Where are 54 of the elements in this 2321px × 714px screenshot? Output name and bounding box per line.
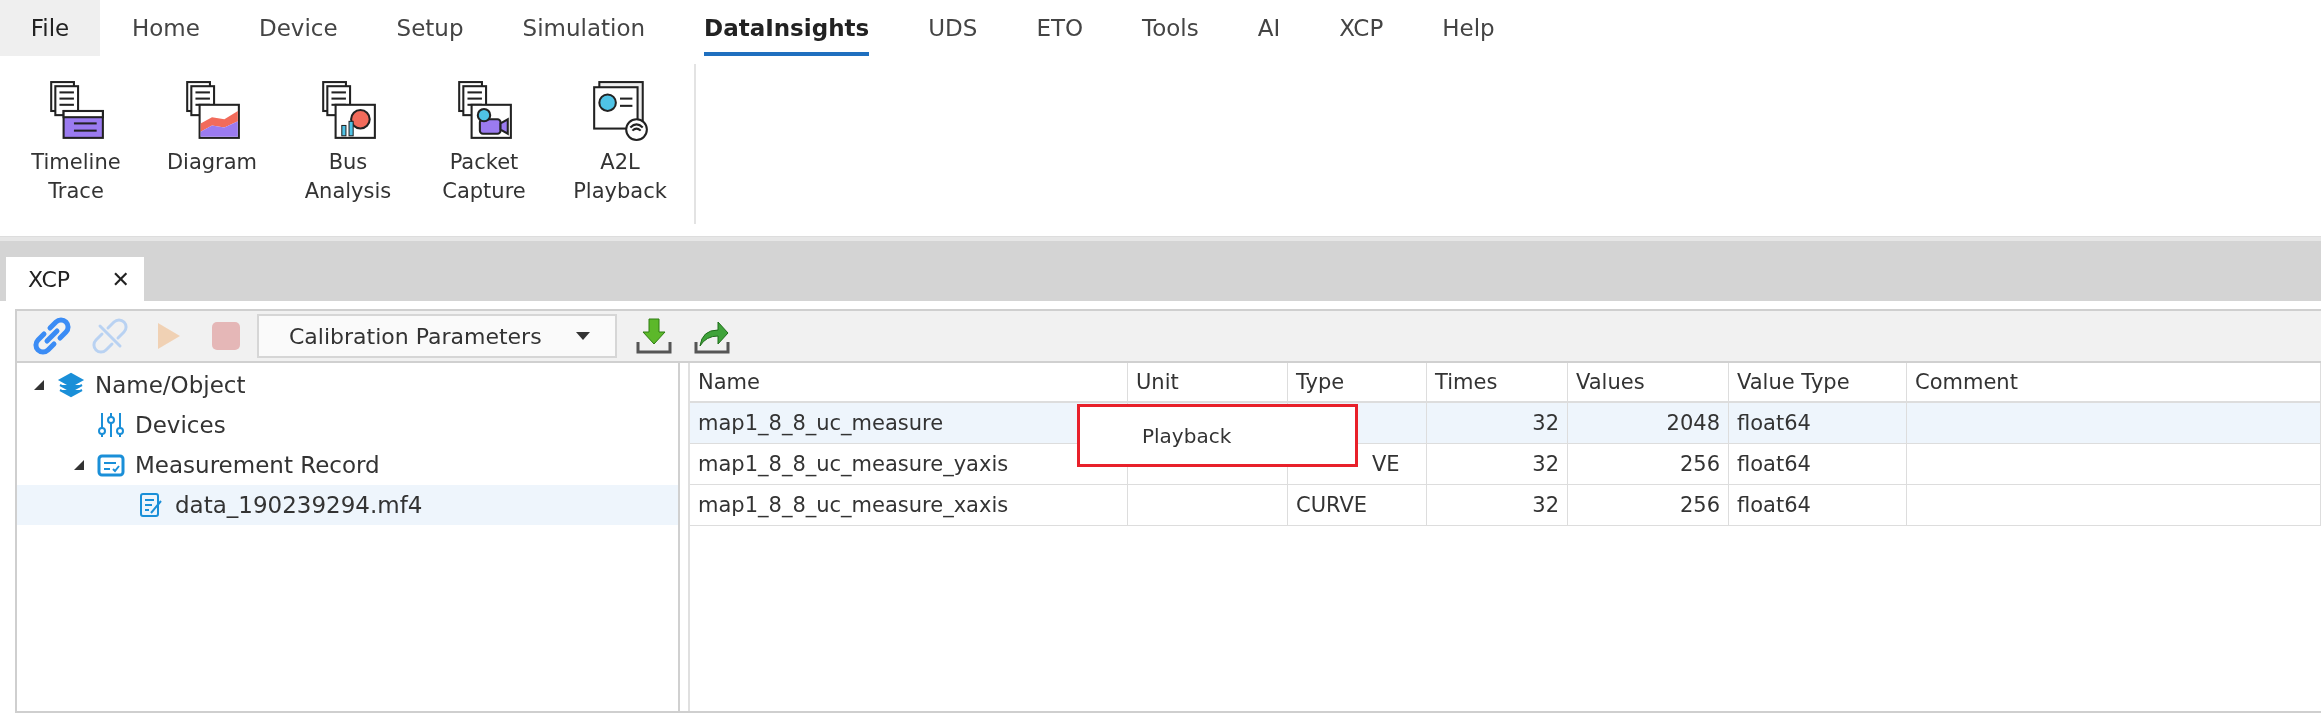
table-cell: CURVE bbox=[1296, 493, 1368, 517]
close-icon[interactable]: ✕ bbox=[111, 266, 130, 292]
table-cell: 32 bbox=[1532, 493, 1559, 517]
table-cell: map1_8_8_uc_measure_yaxis bbox=[698, 452, 1009, 476]
table-cell: 32 bbox=[1532, 411, 1559, 435]
ribbon-tab[interactable]: Device bbox=[258, 0, 338, 56]
expanded-triangle-icon[interactable] bbox=[73, 459, 85, 471]
ribbon-tab[interactable]: XCP bbox=[1339, 0, 1384, 56]
ribbon-tab[interactable]: DataInsights bbox=[704, 0, 870, 56]
ribbon-tab[interactable]: Home bbox=[132, 0, 200, 56]
ribbon-tab[interactable]: Simulation bbox=[522, 0, 646, 56]
expanded-triangle-icon[interactable] bbox=[33, 379, 45, 391]
column-header[interactable]: Times bbox=[1427, 363, 1568, 401]
tree-item[interactable]: Devices bbox=[17, 405, 678, 445]
ribbon-button[interactable]: Diagram bbox=[148, 80, 276, 224]
table-cell: 32 bbox=[1532, 452, 1559, 476]
file-menu[interactable]: File bbox=[0, 0, 100, 56]
ribbon-button[interactable]: Packet Capture bbox=[420, 80, 548, 224]
tree-item[interactable]: data_190239294.mf4 bbox=[17, 485, 678, 525]
tree-item[interactable]: Measurement Record bbox=[17, 445, 678, 485]
column-header[interactable]: Unit bbox=[1128, 363, 1288, 401]
ribbon-button[interactable]: A2L Playback bbox=[556, 80, 684, 224]
document-tab[interactable]: XCP ✕ bbox=[6, 257, 144, 301]
ribbon-tab[interactable]: UDS bbox=[928, 0, 978, 56]
unlink-icon bbox=[90, 316, 130, 356]
table-cell: map1_8_8_uc_measure bbox=[698, 411, 944, 435]
link-icon bbox=[32, 316, 72, 356]
table-cell: float64 bbox=[1737, 493, 1811, 517]
column-header[interactable]: Comment bbox=[1907, 363, 2321, 401]
tree-item[interactable]: Name/Object bbox=[17, 365, 678, 405]
caret-icon bbox=[575, 331, 591, 341]
parameter-dropdown[interactable]: Calibration Parameters bbox=[257, 314, 617, 358]
table-cell: 2048 bbox=[1666, 411, 1720, 435]
document-edit-icon bbox=[137, 491, 165, 519]
table-cell: 256 bbox=[1679, 452, 1720, 476]
table-cell: map1_8_8_uc_measure_xaxis bbox=[698, 493, 1009, 517]
ribbon-button[interactable]: Bus Analysis bbox=[284, 80, 412, 224]
ribbon-button[interactable]: Timeline Trace bbox=[12, 80, 140, 224]
column-header[interactable]: Type bbox=[1288, 363, 1427, 401]
table-cell: VE bbox=[1372, 452, 1400, 476]
layers-icon bbox=[57, 371, 85, 399]
ribbon-tab[interactable]: Help bbox=[1442, 0, 1495, 56]
column-header[interactable]: Values bbox=[1568, 363, 1729, 401]
ribbon-tab[interactable]: Tools bbox=[1142, 0, 1199, 56]
ribbon-tab[interactable]: AI bbox=[1257, 0, 1281, 56]
column-header[interactable]: Value Type bbox=[1729, 363, 1907, 401]
table-row[interactable]: map1_8_8_uc_measure_xaxis CURVE 32 256 float64 bbox=[690, 485, 2321, 526]
table-cell: float64 bbox=[1737, 411, 1811, 435]
table-cell: 256 bbox=[1679, 493, 1720, 517]
column-header[interactable]: Name bbox=[690, 363, 1128, 401]
ribbon-tab[interactable]: Setup bbox=[396, 0, 464, 56]
table-cell: float64 bbox=[1737, 452, 1811, 476]
sliders-icon bbox=[97, 411, 125, 439]
ribbon-tab[interactable]: ETO bbox=[1036, 0, 1084, 56]
